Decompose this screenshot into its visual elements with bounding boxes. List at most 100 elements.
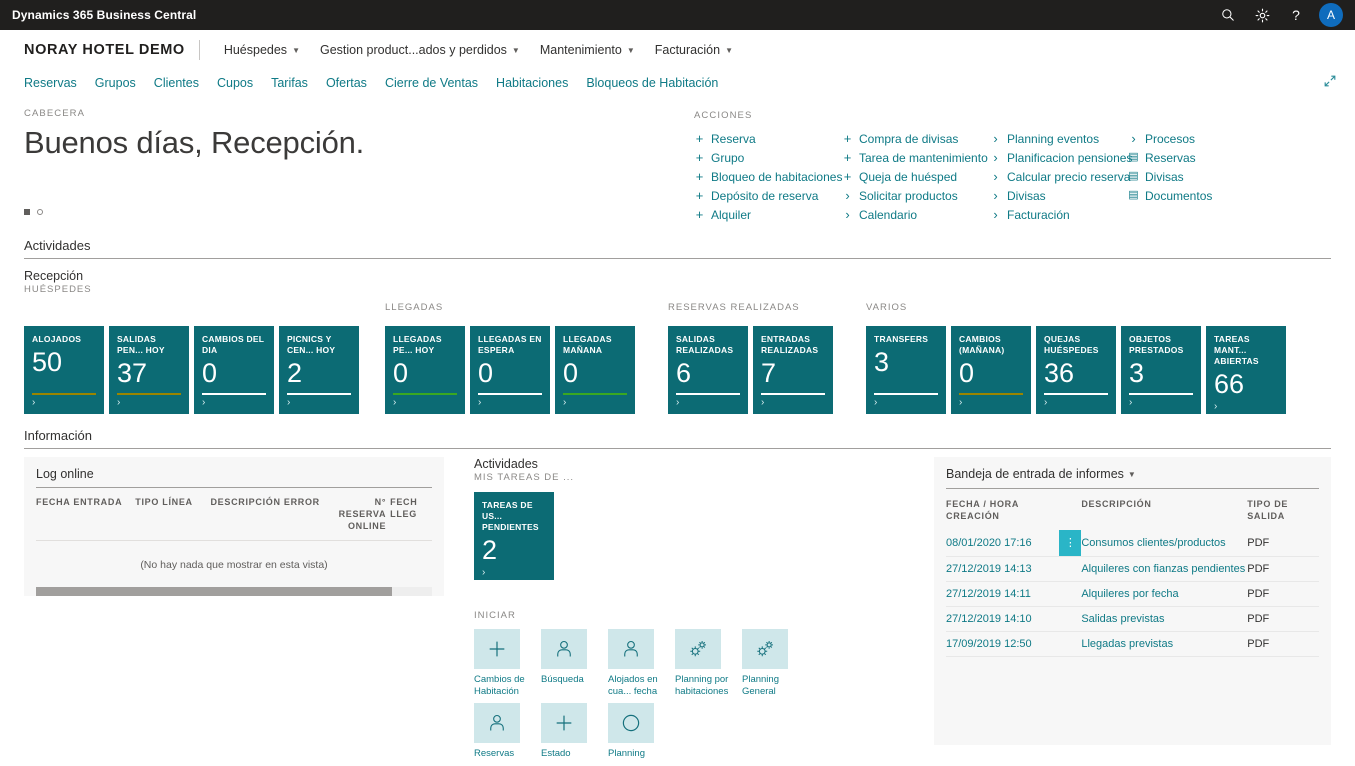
nav-link-ofertas[interactable]: Ofertas (317, 74, 376, 92)
launch-alojados-en-cualquier-fecha[interactable]: Alojados en cua... fecha (608, 629, 665, 697)
horizontal-scrollbar[interactable] (36, 587, 432, 596)
cell-row-menu[interactable]: ⋮ (1059, 530, 1082, 557)
tile-llegadas-pendientes-hoy[interactable]: LLEGADAS PE... HOY 0 › (385, 326, 465, 414)
cell-descripcion[interactable]: Llegadas previstas (1081, 631, 1248, 657)
chevron-right-icon[interactable]: › (482, 568, 546, 578)
cell-descripcion[interactable]: Alquileres con fianzas pendientes (1081, 556, 1248, 582)
cell-descripcion[interactable]: Alquileres por fecha (1081, 581, 1248, 607)
nav-link-cupos[interactable]: Cupos (208, 74, 262, 92)
action-alquiler[interactable]: + Alquiler (694, 205, 842, 224)
tile-llegadas-manana[interactable]: LLEGADAS MAÑANA 0 › (555, 326, 635, 414)
tile-tareas-mantenimiento-abiertas[interactable]: TAREAS MANT... ABIERTAS 66 › (1206, 326, 1286, 414)
table-row[interactable]: 17/09/2019 12:50 Llegadas previstas PDF (946, 631, 1319, 657)
nav-link-habitaciones[interactable]: Habitaciones (487, 74, 577, 92)
tile-objetos-prestados[interactable]: OBJETOS PRESTADOS 3 › (1121, 326, 1201, 414)
chevron-right-icon[interactable]: › (1129, 398, 1193, 408)
nav-link-bloqueos-de-habitacion[interactable]: Bloqueos de Habitación (577, 74, 727, 92)
chevron-right-icon[interactable]: › (202, 398, 266, 408)
carousel-dot[interactable] (37, 208, 43, 215)
table-row[interactable]: 27/12/2019 14:11 Alquileres por fecha PD… (946, 581, 1319, 607)
tile-tareas-usuario-pendientes[interactable]: TAREAS DE US... PENDIENTES 2 › (474, 492, 554, 580)
action-tarea-de-mantenimiento[interactable]: + Tarea de mantenimiento (842, 148, 990, 167)
launch-cambios-de-habitacion[interactable]: Cambios de Habitación (474, 629, 531, 697)
cell-row-menu[interactable] (1059, 631, 1082, 657)
action-reserva[interactable]: + Reserva (694, 129, 842, 148)
cell-row-menu[interactable] (1059, 581, 1082, 607)
launch-planning[interactable]: Planning (608, 703, 665, 760)
action-report-divisas[interactable]: ▤ Divisas (1128, 167, 1238, 186)
chevron-right-icon[interactable]: › (117, 398, 181, 408)
nav-link-grupos[interactable]: Grupos (86, 74, 145, 92)
column-header-fecha-entrada[interactable]: FECHA ENTRADA (36, 488, 136, 541)
column-header-tipo-de-salida[interactable]: TIPO DE SALIDA (1247, 489, 1319, 530)
tile-salidas-realizadas[interactable]: SALIDAS REALIZADAS 6 › (668, 326, 748, 414)
action-grupo[interactable]: + Grupo (694, 148, 842, 167)
tile-llegadas-en-espera[interactable]: LLEGADAS EN ESPERA 0 › (470, 326, 550, 414)
reports-inbox-dropdown[interactable]: Bandeja de entrada de informes ▼ (946, 467, 1319, 489)
table-row[interactable]: 27/12/2019 14:13 Alquileres con fianzas … (946, 556, 1319, 582)
action-calendario[interactable]: › Calendario (842, 205, 990, 224)
action-planificacion-pensiones[interactable]: › Planificacion pensiones (990, 148, 1132, 167)
chevron-right-icon[interactable]: › (761, 398, 825, 408)
collapse-diagonal-icon[interactable] (1323, 74, 1337, 93)
action-divisas[interactable]: › Divisas (990, 186, 1128, 205)
carousel-indicator[interactable] (24, 208, 694, 215)
action-queja-de-huesped[interactable]: + Queja de huésped (842, 167, 990, 186)
scrollbar-thumb[interactable] (36, 587, 393, 596)
column-header-tipo-linea[interactable]: TIPO LÍNEA (135, 488, 211, 541)
carousel-dot-active[interactable] (24, 208, 30, 215)
tile-transfers[interactable]: TRANSFERS 3 › (866, 326, 946, 414)
action-calcular-precio-reserva[interactable]: › Calcular precio reserva (990, 167, 1130, 186)
nav-link-reservas[interactable]: Reservas (24, 74, 86, 92)
action-report-documentos[interactable]: ▤ Documentos (1128, 186, 1238, 205)
action-solicitar-productos[interactable]: › Solicitar productos (842, 186, 990, 205)
chevron-right-icon[interactable]: › (874, 398, 938, 408)
action-procesos[interactable]: › Procesos (1128, 129, 1238, 148)
column-header-descripcion-error[interactable]: DESCRIPCIÓN ERROR (210, 488, 326, 541)
action-report-reservas[interactable]: ▤ Reservas (1128, 148, 1238, 167)
action-compra-de-divisas[interactable]: + Compra de divisas (842, 129, 990, 148)
chevron-right-icon[interactable]: › (478, 398, 542, 408)
chevron-right-icon[interactable]: › (959, 398, 1023, 408)
action-deposito-de-reserva[interactable]: + Depósito de reserva (694, 186, 842, 205)
tile-quejas-huespedes[interactable]: QUEJAS HUÉSPEDES 36 › (1036, 326, 1116, 414)
nav-link-tarifas[interactable]: Tarifas (262, 74, 317, 92)
nav-menu-gestion-productos[interactable]: Gestion product...ados y perdidos ▼ (310, 39, 530, 61)
launch-estado[interactable]: Estado (541, 703, 598, 760)
question-mark-icon[interactable]: ? (1279, 0, 1313, 30)
chevron-right-icon[interactable]: › (1214, 402, 1278, 412)
tile-cambios-del-dia[interactable]: CAMBIOS DEL DIA 0 › (194, 326, 274, 414)
chevron-right-icon[interactable]: › (563, 398, 627, 408)
cell-row-menu[interactable] (1059, 606, 1082, 632)
tile-entradas-realizadas[interactable]: ENTRADAS REALIZADAS 7 › (753, 326, 833, 414)
nav-link-clientes[interactable]: Clientes (145, 74, 208, 92)
chevron-right-icon[interactable]: › (287, 398, 351, 408)
chevron-right-icon[interactable]: › (32, 398, 96, 408)
tile-picnics-y-cenas-hoy[interactable]: PICNICS Y CEN... HOY 2 › (279, 326, 359, 414)
launch-planning-por-habitaciones[interactable]: Planning por habitaciones (675, 629, 732, 697)
tile-cambios-manana[interactable]: CAMBIOS (MAÑANA) 0 › (951, 326, 1031, 414)
column-header-fecha-hora-creacion[interactable]: FECHA / HORA CREACIÓN (946, 489, 1059, 530)
avatar[interactable]: A (1319, 3, 1343, 27)
nav-menu-facturacion[interactable]: Facturación ▼ (645, 39, 743, 61)
action-planning-eventos[interactable]: › Planning eventos (990, 129, 1128, 148)
nav-menu-huespedes[interactable]: Huéspedes ▼ (214, 39, 310, 61)
table-row[interactable]: 27/12/2019 14:10 Salidas previstas PDF (946, 606, 1319, 632)
column-header-descripcion[interactable]: DESCRIPCIÓN (1081, 489, 1247, 530)
chevron-right-icon[interactable]: › (393, 398, 457, 408)
cell-row-menu[interactable] (1059, 556, 1082, 582)
launch-busqueda[interactable]: Búsqueda (541, 629, 598, 697)
launch-reservas[interactable]: Reservas (474, 703, 531, 760)
launch-planning-general[interactable]: Planning General (742, 629, 799, 697)
column-header-fecha-llegada[interactable]: FECH LLEG (390, 488, 432, 541)
action-bloqueo-de-habitaciones[interactable]: + Bloqueo de habitaciones (694, 167, 843, 186)
tile-alojados[interactable]: ALOJADOS 50 › (24, 326, 104, 414)
gear-icon[interactable] (1245, 0, 1279, 30)
tile-salidas-pendientes-hoy[interactable]: SALIDAS PEN... HOY 37 › (109, 326, 189, 414)
nav-menu-mantenimiento[interactable]: Mantenimiento ▼ (530, 39, 645, 61)
action-facturacion[interactable]: › Facturación (990, 205, 1128, 224)
table-row[interactable]: 08/01/2020 17:16 ⋮ Consumos clientes/pro… (946, 530, 1319, 557)
more-options-icon[interactable]: ⋮ (1059, 530, 1082, 556)
search-icon[interactable] (1211, 0, 1245, 30)
chevron-right-icon[interactable]: › (1044, 398, 1108, 408)
